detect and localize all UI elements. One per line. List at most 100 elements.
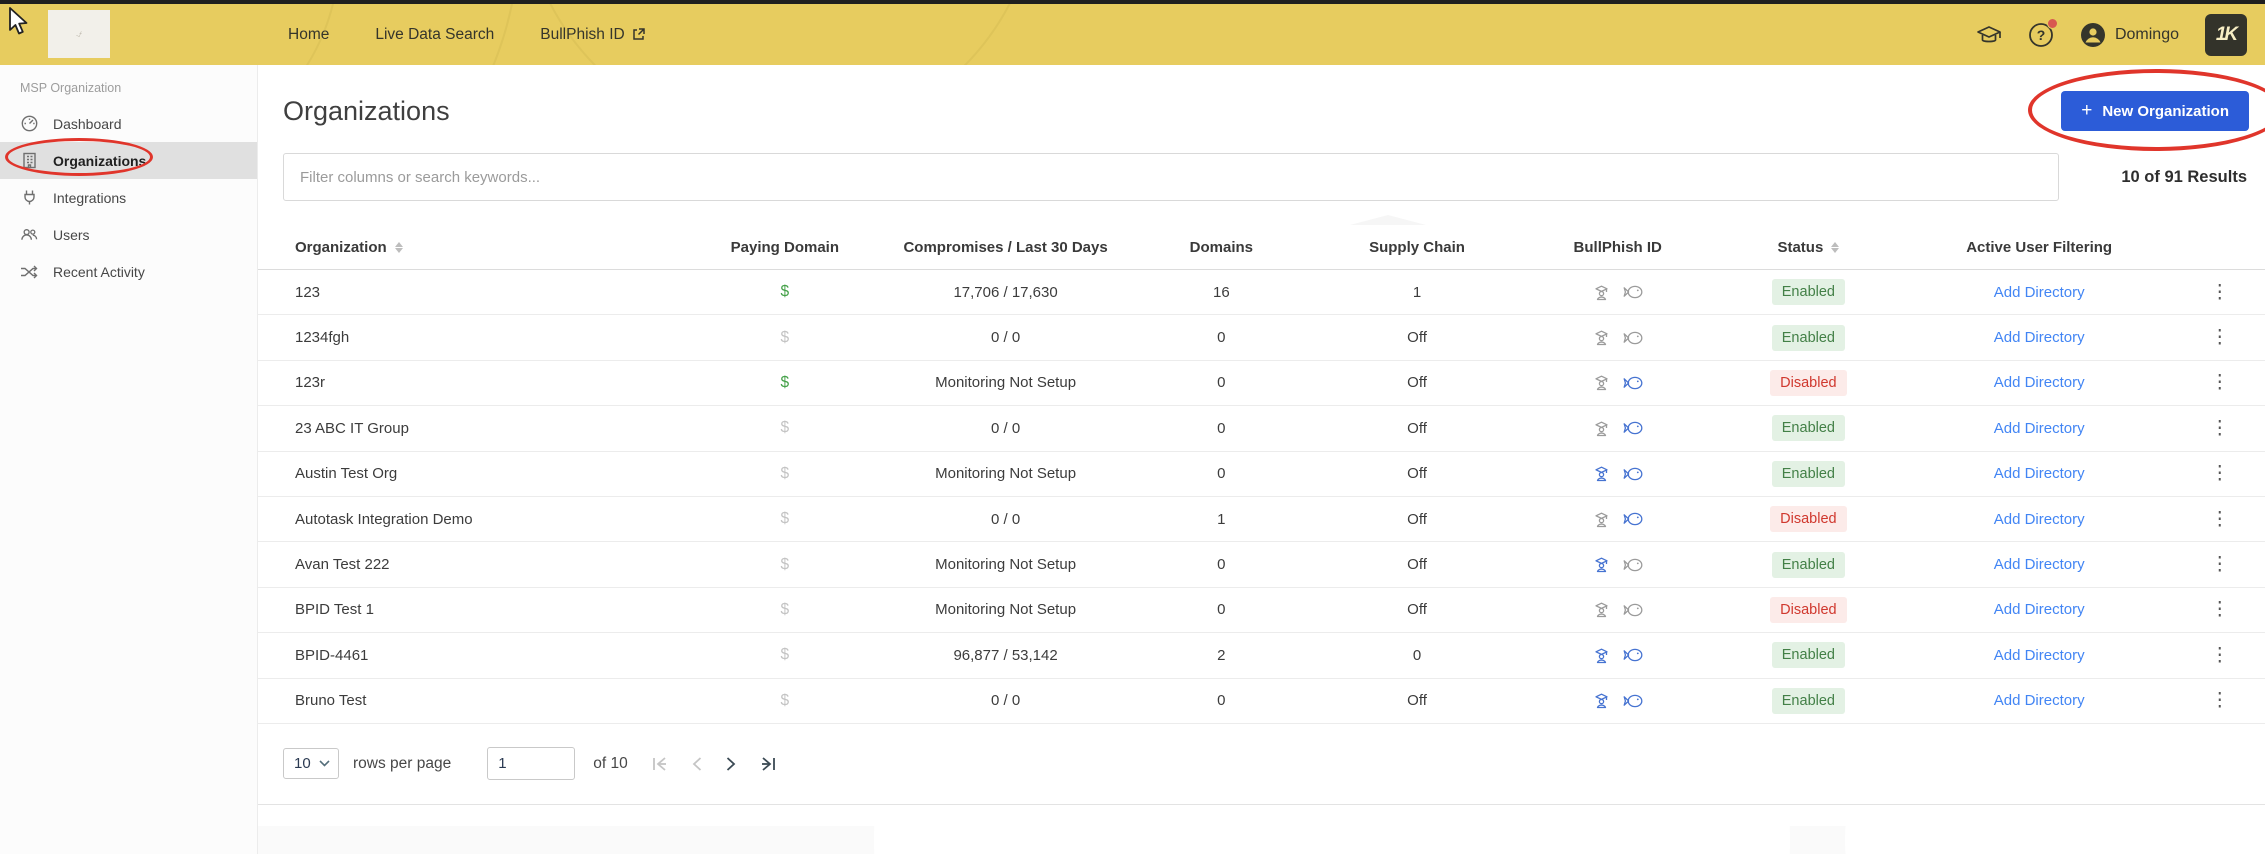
phishing-icon[interactable] xyxy=(1623,603,1643,617)
supply-chain-cell: Off xyxy=(1407,601,1427,619)
paying-domain-cell: $ xyxy=(690,692,881,710)
recent-activity-icon xyxy=(20,265,38,279)
bullphish-id-cell xyxy=(1522,284,1713,301)
training-icon[interactable] xyxy=(1593,511,1610,528)
add-directory-link[interactable]: Add Directory xyxy=(1994,511,2085,528)
organization-name[interactable]: 23 ABC IT Group xyxy=(258,420,690,437)
filter-search-input[interactable] xyxy=(283,153,2059,201)
paying-domain-cell: $ xyxy=(690,329,881,347)
sidebar-item-recent-activity[interactable]: Recent Activity xyxy=(0,253,257,290)
organization-name[interactable]: BPID-4461 xyxy=(258,647,690,664)
kebab-menu-icon[interactable]: ⋮ xyxy=(2210,554,2229,575)
kebab-menu-icon[interactable]: ⋮ xyxy=(2210,327,2229,348)
training-icon[interactable] xyxy=(1593,556,1610,573)
phishing-icon[interactable] xyxy=(1623,467,1643,481)
nav-item-home[interactable]: Home xyxy=(288,26,329,44)
add-directory-link[interactable]: Add Directory xyxy=(1994,465,2085,482)
phishing-icon[interactable] xyxy=(1623,285,1643,299)
bullphish-id-cell xyxy=(1522,329,1713,346)
phishing-icon[interactable] xyxy=(1623,512,1643,526)
graduation-cap-icon[interactable] xyxy=(1976,24,2002,46)
row-actions-cell: ⋮ xyxy=(2175,462,2265,485)
supply-chain-cell: Off xyxy=(1407,419,1427,437)
organization-name[interactable]: Autotask Integration Demo xyxy=(258,511,690,528)
training-icon[interactable] xyxy=(1593,374,1610,391)
organization-name[interactable]: 123 xyxy=(258,284,690,301)
training-icon[interactable] xyxy=(1593,284,1610,301)
domains-cell: 0 xyxy=(1217,419,1226,437)
domains-cell: 0 xyxy=(1217,329,1226,347)
add-directory-link[interactable]: Add Directory xyxy=(1994,556,2085,573)
rows-per-page-select[interactable]: 10 xyxy=(283,748,339,780)
external-link-icon xyxy=(632,28,645,41)
kebab-menu-icon[interactable]: ⋮ xyxy=(2210,282,2229,303)
kebab-menu-icon[interactable]: ⋮ xyxy=(2210,690,2229,711)
status-badge: Enabled xyxy=(1771,415,1845,442)
status-badge: Enabled xyxy=(1771,551,1845,578)
status-cell: Disabled xyxy=(1713,506,1904,533)
dollar-icon: $ xyxy=(780,691,790,709)
kebab-menu-icon[interactable]: ⋮ xyxy=(2210,509,2229,530)
bullphish-id-cell xyxy=(1522,374,1713,391)
table-row: Bruno Test $0 / 0 0 Off Enabled Add Directory… xyxy=(258,679,2265,724)
add-directory-link[interactable]: Add Directory xyxy=(1994,420,2085,437)
sidebar-item-users[interactable]: Users xyxy=(0,216,257,253)
organization-name[interactable]: Bruno Test xyxy=(258,692,690,709)
row-actions-cell: ⋮ xyxy=(2175,689,2265,712)
training-icon[interactable] xyxy=(1593,692,1610,709)
kebab-menu-icon[interactable]: ⋮ xyxy=(2210,599,2229,620)
kebab-menu-icon[interactable]: ⋮ xyxy=(2210,645,2229,666)
page-number-input[interactable] xyxy=(487,747,576,781)
new-organization-button[interactable]: + New Organization xyxy=(2061,91,2249,131)
active-user-filtering-cell: Add Directory xyxy=(1904,284,2175,301)
kebab-menu-icon[interactable]: ⋮ xyxy=(2210,418,2229,439)
last-page-button[interactable] xyxy=(760,757,776,771)
column-header-status[interactable]: Status xyxy=(1713,239,1904,256)
training-icon[interactable] xyxy=(1593,465,1610,482)
organization-name[interactable]: 123r xyxy=(258,374,690,391)
nav-item-live-data-search[interactable]: Live Data Search xyxy=(375,26,494,44)
sidebar-item-integrations[interactable]: Integrations xyxy=(0,179,257,216)
add-directory-link[interactable]: Add Directory xyxy=(1994,374,2085,391)
sidebar-item-organizations[interactable]: Organizations xyxy=(0,142,257,179)
add-directory-link[interactable]: Add Directory xyxy=(1994,284,2085,301)
first-page-button[interactable] xyxy=(652,757,668,771)
training-icon[interactable] xyxy=(1593,601,1610,618)
phishing-icon[interactable] xyxy=(1623,694,1643,708)
organizations-table: Organization Paying Domain Compromises / L… xyxy=(258,225,2265,805)
sort-icon[interactable] xyxy=(1831,241,1840,253)
page-title: Organizations xyxy=(283,95,450,126)
next-page-button[interactable] xyxy=(726,757,736,771)
nav-item-bullphish-id[interactable]: BullPhish ID xyxy=(540,26,645,44)
column-header-label: Active User Filtering xyxy=(1966,238,2113,256)
column-header-label: Paying Domain xyxy=(730,238,839,256)
training-icon[interactable] xyxy=(1593,647,1610,664)
top-bar: ⍻ Home Live Data Search BullPhish ID ? Dom… xyxy=(0,4,2265,65)
previous-page-button[interactable] xyxy=(692,757,702,771)
kebab-menu-icon[interactable]: ⋮ xyxy=(2210,372,2229,393)
kaseya-logo[interactable]: 1K xyxy=(2205,13,2247,56)
help-icon[interactable]: ? xyxy=(2028,17,2058,48)
column-header-organization[interactable]: Organization xyxy=(258,239,690,256)
phishing-icon[interactable] xyxy=(1623,376,1643,390)
organization-name[interactable]: BPID Test 1 xyxy=(258,601,690,618)
add-directory-link[interactable]: Add Directory xyxy=(1994,647,2085,664)
phishing-icon[interactable] xyxy=(1623,558,1643,572)
sort-icon[interactable] xyxy=(394,241,403,253)
phishing-icon[interactable] xyxy=(1623,421,1643,435)
organization-name[interactable]: Avan Test 222 xyxy=(258,556,690,573)
training-icon[interactable] xyxy=(1593,420,1610,437)
add-directory-link[interactable]: Add Directory xyxy=(1994,601,2085,618)
training-icon[interactable] xyxy=(1593,329,1610,346)
add-directory-link[interactable]: Add Directory xyxy=(1994,692,2085,709)
organization-name[interactable]: Austin Test Org xyxy=(258,465,690,482)
kebab-menu-icon[interactable]: ⋮ xyxy=(2210,463,2229,484)
status-cell: Enabled xyxy=(1713,279,1904,306)
table-row: 23 ABC IT Group $0 / 0 0 Off Enabled Add Dire… xyxy=(258,406,2265,452)
organization-name[interactable]: 1234fgh xyxy=(258,329,690,346)
sidebar-item-dashboard[interactable]: Dashboard xyxy=(0,105,257,142)
phishing-icon[interactable] xyxy=(1623,648,1643,662)
user-menu[interactable]: Domingo xyxy=(2080,22,2179,48)
add-directory-link[interactable]: Add Directory xyxy=(1994,329,2085,346)
phishing-icon[interactable] xyxy=(1623,331,1643,345)
